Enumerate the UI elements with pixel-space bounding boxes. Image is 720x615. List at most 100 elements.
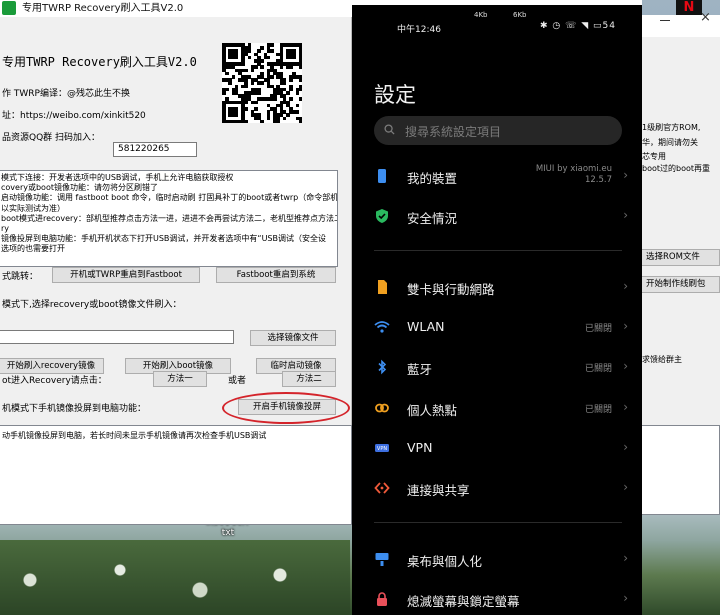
qr-code-module	[270, 49, 274, 53]
row-status: 已關閉	[584, 324, 612, 334]
wallpaper-icon	[375, 553, 389, 566]
vpn-icon: VPN	[375, 444, 389, 452]
log-output-box[interactable]: 动手机镜像投屏到电脑，若长时间未显示手机镜像请再次检查手机USB调试	[0, 425, 352, 525]
chevron-right-icon: ›	[623, 400, 628, 414]
qr-code-module	[282, 116, 287, 121]
qr-code-module	[250, 81, 255, 85]
qr-code-module	[298, 78, 303, 82]
settings-row-wallpaper[interactable]: 桌布與個人化 ›	[352, 541, 642, 577]
qr-code-module	[266, 55, 271, 60]
background-log-box	[640, 425, 720, 515]
network-speed-up: 4Kb	[474, 11, 488, 19]
chevron-right-icon: ›	[623, 551, 628, 565]
search-icon	[384, 124, 395, 135]
reboot-to-fastboot-button[interactable]: 开机或TWRP重启到Fastboot	[52, 267, 200, 283]
flash-section-label: 模式下,选择recovery或boot镜像文件刷入：	[2, 300, 182, 310]
chevron-right-icon: ›	[623, 279, 628, 293]
qq-group-field[interactable]: 581220265	[113, 142, 197, 157]
chevron-right-icon: ›	[623, 591, 628, 605]
qr-code-module	[231, 75, 236, 79]
row-label: 連接與共享	[407, 483, 470, 498]
tool-window-titlebar: 专用TWRP Recovery刷入工具V2.0	[0, 0, 352, 17]
qr-code-module	[247, 55, 252, 60]
log-text: 动手机镜像投屏到电脑，若长时间未显示手机镜像请再次检查手机USB调试	[2, 431, 267, 440]
app-icon	[2, 1, 16, 15]
qr-code-module	[289, 97, 293, 101]
instructions-box[interactable]: 模式下连接：开发者选项中的USB调试，手机上允许电脑获取授权 covery或bo…	[0, 170, 338, 267]
method-one-button[interactable]: 方法一	[153, 371, 207, 387]
qr-code-module	[270, 43, 274, 47]
phone-mirror-titlebar	[352, 0, 642, 5]
vpn-badge-text: VPN	[377, 446, 387, 452]
settings-row-vpn[interactable]: VPN VPN ›	[352, 430, 642, 466]
tool-heading: 专用TWRP Recovery刷入工具V2.0	[2, 55, 197, 69]
qr-code-module	[222, 91, 226, 95]
row-status: MIUI by xiaomi.eu 12.5.7	[535, 164, 612, 185]
shield-icon	[376, 209, 388, 223]
qr-code-module	[286, 113, 290, 117]
qr-code-module	[276, 119, 280, 124]
qr-code-module	[292, 55, 296, 60]
hotspot-icon	[375, 403, 389, 413]
row-label: 藍牙	[407, 362, 433, 377]
fastboot-reboot-system-button[interactable]: Fastboot重启到系统	[216, 267, 336, 283]
qr-code-module	[254, 65, 258, 69]
annotation-circle	[222, 392, 350, 424]
search-placeholder: 搜尋系統設定項目	[405, 125, 502, 139]
settings-row-my-device[interactable]: 我的裝置 MIUI by xiaomi.eu 12.5.7 ›	[352, 158, 642, 194]
settings-row-hotspot[interactable]: 個人熱點 已關閉 ›	[352, 390, 642, 426]
row-label: WLAN	[407, 319, 445, 334]
settings-row-connection-sharing[interactable]: 連接與共享 ›	[352, 470, 642, 506]
image-file-path-input[interactable]	[0, 330, 234, 344]
section-divider	[374, 522, 622, 523]
settings-row-wlan[interactable]: WLAN 已關閉 ›	[352, 309, 642, 345]
select-rom-button[interactable]: 选择ROM文件	[640, 249, 720, 266]
qr-code-module	[260, 65, 264, 69]
weibo-text: 址：https://weibo.com/xinkit520	[2, 111, 146, 121]
row-status: 已關閉	[584, 364, 612, 374]
settings-row-bluetooth[interactable]: 藍牙 已關閉 ›	[352, 349, 642, 385]
settings-row-security[interactable]: 安全情況 ›	[352, 198, 642, 234]
or-label: 或者	[228, 376, 247, 386]
qr-code-module	[247, 49, 252, 53]
qr-code-module	[260, 46, 264, 50]
qr-code-module	[289, 65, 293, 69]
flash-recovery-button[interactable]: 开始刷入recovery镜像	[0, 358, 104, 374]
qr-code-module	[295, 91, 300, 95]
reboot-section-label: 式跳转：	[2, 272, 39, 282]
desktop-wallpaper-foliage	[0, 540, 350, 615]
method-two-button[interactable]: 方法二	[282, 371, 336, 387]
make-flash-package-button[interactable]: 开始制作线刷包	[640, 276, 720, 293]
qr-code-module	[244, 68, 248, 73]
chevron-right-icon: ›	[623, 319, 628, 333]
settings-row-sim[interactable]: 雙卡與行動網路 ›	[352, 269, 642, 305]
settings-row-lock-screen[interactable]: 熄滅螢幕與鎖定螢幕 ›	[352, 581, 642, 615]
mirror-section-label: 机模式下手机镜像投屏到电脑功能：	[2, 404, 147, 414]
qr-code-module	[289, 78, 293, 82]
qr-code-module	[266, 116, 271, 121]
settings-search-bar[interactable]: 搜尋系統設定項目	[374, 116, 622, 145]
qr-code-module	[257, 91, 261, 95]
qr-code-module	[244, 84, 248, 89]
qr-code-module	[254, 107, 258, 111]
qr-code-module	[241, 62, 245, 66]
chevron-right-icon: ›	[623, 208, 628, 222]
netflix-logo-icon[interactable]: N	[676, 0, 702, 15]
qr-code-module	[260, 119, 264, 124]
background-window-text: boot过的boot再重	[642, 164, 711, 173]
select-image-button[interactable]: 选择镜像文件	[250, 330, 336, 346]
qr-code-module	[286, 91, 290, 95]
row-label: 個人熱點	[407, 403, 458, 418]
settings-title: 設定	[374, 83, 416, 107]
share-connection-icon	[374, 482, 390, 494]
qr-code-module	[298, 87, 303, 92]
qr-code-module	[295, 110, 300, 114]
minimize-icon[interactable]	[660, 20, 670, 21]
qr-code-module	[289, 87, 293, 92]
row-label: VPN	[407, 440, 433, 455]
row-label: 安全情況	[407, 211, 458, 226]
row-label: 桌布與個人化	[407, 554, 483, 569]
qr-code	[222, 43, 303, 124]
tool-window-title: 专用TWRP Recovery刷入工具V2.0	[22, 3, 184, 14]
qr-code-module	[244, 119, 248, 124]
